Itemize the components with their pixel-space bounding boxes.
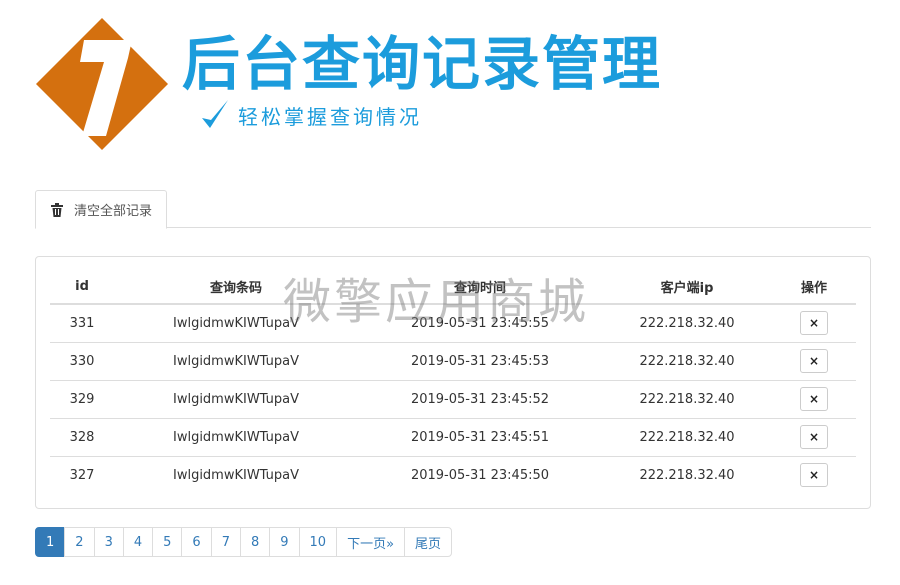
cell-ip: 222.218.32.40 bbox=[602, 304, 772, 343]
page-link-10[interactable]: 10 bbox=[298, 527, 338, 557]
page-link-6[interactable]: 6 bbox=[181, 527, 212, 557]
clear-all-records-label: 清空全部记录 bbox=[74, 204, 153, 219]
records-table: id 查询条码 查询时间 客户端ip 操作 331 IwlgidmwKIWTup… bbox=[50, 269, 856, 494]
next-page-link[interactable]: 下一页» bbox=[336, 527, 406, 557]
cell-time: 2019-05-31 23:45:52 bbox=[358, 380, 602, 419]
logo-seven-icon bbox=[36, 18, 168, 150]
delete-button[interactable]: × bbox=[800, 425, 828, 449]
table-row: 331 IwlgidmwKIWTupaV 2019-05-31 23:45:55… bbox=[50, 304, 856, 343]
cell-code: IwlgidmwKIWTupaV bbox=[114, 418, 358, 457]
cell-ip: 222.218.32.40 bbox=[602, 342, 772, 381]
cell-time: 2019-05-31 23:45:55 bbox=[358, 304, 602, 343]
page-link-8[interactable]: 8 bbox=[239, 527, 271, 557]
table-row: 329 IwlgidmwKIWTupaV 2019-05-31 23:45:52… bbox=[50, 380, 856, 419]
column-header-code: 查询条码 bbox=[114, 269, 358, 305]
delete-button[interactable]: × bbox=[800, 387, 828, 411]
page-link-7[interactable]: 7 bbox=[210, 527, 241, 557]
cell-code: IwlgidmwKIWTupaV bbox=[114, 342, 358, 381]
cell-actions: × bbox=[772, 418, 856, 457]
records-panel: id 查询条码 查询时间 客户端ip 操作 331 IwlgidmwKIWTup… bbox=[35, 256, 871, 509]
page-link-4[interactable]: 4 bbox=[122, 527, 154, 557]
last-page-link[interactable]: 尾页 bbox=[404, 527, 453, 557]
column-header-id: id bbox=[50, 269, 114, 305]
cell-time: 2019-05-31 23:45:50 bbox=[410, 467, 550, 483]
cell-id: 328 bbox=[50, 418, 114, 457]
table-row: 327 IwlgidmwKIWTupaV 2019-05-31 23:45:50… bbox=[50, 456, 856, 494]
page-link-5[interactable]: 5 bbox=[152, 527, 183, 557]
table-row: 330 IwlgidmwKIWTupaV 2019-05-31 23:45:53… bbox=[50, 342, 856, 381]
page-link-9[interactable]: 9 bbox=[269, 527, 300, 557]
table-header-row: id 查询条码 查询时间 客户端ip 操作 bbox=[50, 269, 856, 305]
page-link-3[interactable]: 3 bbox=[93, 527, 124, 557]
cell-actions: × bbox=[772, 456, 856, 494]
cell-code: IwlgidmwKIWTupaV bbox=[172, 467, 300, 483]
checkmark-icon bbox=[202, 100, 228, 128]
cell-code: IwlgidmwKIWTupaV bbox=[114, 304, 358, 343]
cell-code: IwlgidmwKIWTupaV bbox=[114, 380, 358, 419]
table-row: 328 IwlgidmwKIWTupaV 2019-05-31 23:45:51… bbox=[50, 418, 856, 457]
delete-button[interactable]: × bbox=[800, 463, 828, 488]
cell-id: 331 bbox=[50, 304, 114, 343]
cell-actions: × bbox=[772, 380, 856, 419]
column-header-time: 查询时间 bbox=[358, 269, 602, 305]
subtitle-row: 轻松掌握查询情况 bbox=[200, 98, 422, 132]
clear-all-records-tab[interactable]: 清空全部记录 bbox=[35, 190, 168, 229]
trash-icon bbox=[51, 202, 63, 217]
tab-bar: 清空全部记录 bbox=[35, 190, 871, 229]
cell-time: 2019-05-31 23:45:51 bbox=[358, 418, 602, 457]
cell-id: 327 bbox=[69, 467, 95, 483]
column-header-ip: 客户端ip bbox=[602, 269, 772, 305]
delete-button[interactable]: × bbox=[800, 349, 828, 373]
cell-ip: 222.218.32.40 bbox=[602, 418, 772, 457]
cell-actions: × bbox=[772, 304, 856, 343]
cell-id: 330 bbox=[50, 342, 114, 381]
cell-ip: 222.218.32.40 bbox=[602, 380, 772, 419]
page-title: 后台查询记录管理 bbox=[182, 30, 663, 98]
subtitle: 轻松掌握查询情况 bbox=[238, 104, 422, 129]
delete-button[interactable]: × bbox=[800, 311, 828, 336]
pagination: 1 2 3 4 5 6 7 8 9 10 下一页» 尾页 bbox=[35, 527, 453, 557]
column-header-actions: 操作 bbox=[772, 269, 856, 305]
page-link-1[interactable]: 1 bbox=[35, 527, 66, 557]
page-link-2[interactable]: 2 bbox=[64, 527, 95, 557]
cell-actions: × bbox=[772, 342, 856, 381]
cell-ip: 222.218.32.40 bbox=[639, 467, 735, 483]
cell-time: 2019-05-31 23:45:53 bbox=[358, 342, 602, 381]
cell-id: 329 bbox=[50, 380, 114, 419]
